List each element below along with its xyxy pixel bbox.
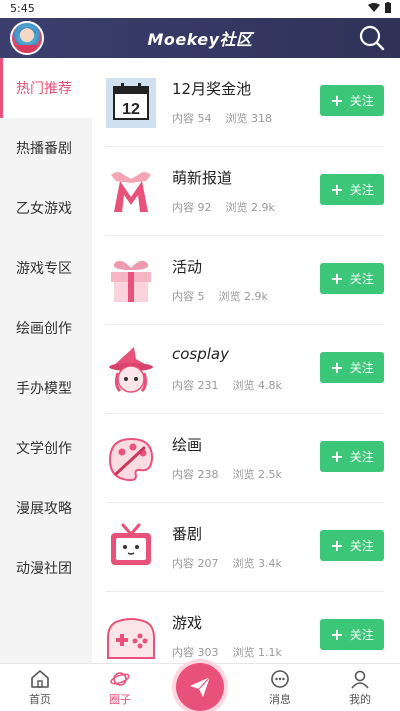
community-name: cosplay [172, 345, 229, 363]
sidebar-item-otome[interactable]: 乙女游戏 [0, 178, 92, 238]
app-title: Moekey社区 [147, 30, 253, 49]
tab-home[interactable]: 首页 [0, 664, 80, 711]
paper-plane-icon [190, 676, 211, 697]
calendar-12-icon: 12 [106, 78, 156, 128]
community-name: 活动 [172, 258, 203, 276]
sidebar-item-literature[interactable]: 文学创作 [0, 418, 92, 478]
post-button[interactable] [176, 663, 224, 711]
status-time: 5:45 [10, 2, 35, 15]
community-stats: 内容 231 浏览 4.8k [172, 377, 282, 393]
plus-icon: + [330, 179, 344, 199]
sidebar-item-clubs[interactable]: 动漫社团 [0, 538, 92, 598]
follow-button[interactable]: + 关注 [320, 441, 384, 472]
community-name: 番剧 [172, 525, 203, 543]
battery-icon [385, 2, 391, 13]
plus-icon: + [330, 268, 344, 288]
content-count: 内容 54 [172, 112, 212, 125]
user-icon [351, 670, 369, 689]
community-list: 12 12月奖金池 内容 54 浏览 318 + 关注 萌新报道 内容 92 浏览… [92, 58, 400, 663]
community-stats: 内容 207 浏览 3.4k [172, 555, 282, 571]
content-count: 内容 238 [172, 468, 219, 481]
view-count: 浏览 318 [225, 112, 273, 125]
top-header: Moekey社区 [0, 18, 400, 58]
follow-button[interactable]: + 关注 [320, 174, 384, 205]
view-count: 浏览 2.9k [218, 290, 268, 303]
sidebar-item-figures[interactable]: 手办模型 [0, 358, 92, 418]
follow-button[interactable]: + 关注 [320, 352, 384, 383]
community-name: 12月奖金池 [172, 80, 252, 98]
sidebar-item-anime[interactable]: 热播番剧 [0, 118, 92, 178]
svg-text:12: 12 [122, 101, 140, 118]
view-count: 浏览 4.8k [232, 379, 282, 392]
list-item[interactable]: 萌新报道 内容 92 浏览 2.9k + 关注 [92, 147, 400, 236]
palette-icon [108, 437, 154, 482]
community-stats: 内容 54 浏览 318 [172, 110, 272, 126]
tv-icon [111, 523, 151, 565]
sidebar-item-hot[interactable]: 热门推荐 [0, 58, 92, 118]
content-count: 内容 5 [172, 290, 205, 303]
community-stats: 内容 303 浏览 1.1k [172, 644, 282, 660]
list-item[interactable]: 活动 内容 5 浏览 2.9k + 关注 [92, 236, 400, 325]
sidebar-item-label: 漫展攻略 [16, 501, 72, 517]
community-name: 萌新报道 [172, 169, 233, 187]
plus-icon: + [330, 357, 344, 377]
plus-icon: + [330, 90, 344, 110]
view-count: 浏览 2.9k [225, 201, 275, 214]
sidebar-item-label: 乙女游戏 [16, 201, 72, 217]
content-count: 内容 303 [172, 646, 219, 659]
witch-girl-icon [109, 347, 153, 393]
follow-button[interactable]: + 关注 [320, 263, 384, 294]
gift-icon [111, 260, 151, 302]
sidebar-item-label: 动漫社团 [16, 561, 72, 577]
list-item[interactable]: cosplay 内容 231 浏览 4.8k + 关注 [92, 325, 400, 414]
sidebar-item-label: 绘画创作 [16, 321, 72, 337]
sidebar-item-expo[interactable]: 漫展攻略 [0, 478, 92, 538]
community-name: 游戏 [172, 614, 203, 632]
view-count: 浏览 2.5k [232, 468, 282, 481]
sidebar-item-label: 热门推荐 [16, 81, 72, 97]
tab-messages[interactable]: 消息 [240, 664, 320, 711]
plus-icon: + [330, 446, 344, 466]
follow-button[interactable]: + 关注 [320, 85, 384, 116]
sidebar-item-painting[interactable]: 绘画创作 [0, 298, 92, 358]
tab-label: 首页 [29, 693, 51, 706]
plus-icon: + [330, 535, 344, 555]
community-stats: 内容 92 浏览 2.9k [172, 199, 275, 215]
wifi-icon [368, 3, 380, 12]
community-stats: 内容 5 浏览 2.9k [172, 288, 268, 304]
sidebar-item-label: 游戏专区 [16, 261, 72, 277]
list-item[interactable]: 12 12月奖金池 内容 54 浏览 318 + 关注 [92, 58, 400, 147]
category-sidebar: 热门推荐 热播番剧 乙女游戏 游戏专区 绘画创作 手办模型 文学创作 漫展攻略 … [0, 58, 92, 663]
tab-label: 圈子 [109, 693, 131, 706]
content-count: 内容 231 [172, 379, 219, 392]
sidebar-item-label: 热播番剧 [16, 141, 72, 157]
follow-button[interactable]: + 关注 [320, 530, 384, 561]
sidebar-item-label: 文学创作 [16, 441, 72, 457]
search-icon[interactable] [358, 24, 386, 52]
home-icon [31, 670, 49, 688]
sidebar-item-label: 手办模型 [16, 381, 72, 397]
list-item[interactable]: 番剧 内容 207 浏览 3.4k + 关注 [92, 503, 400, 592]
tab-label: 我的 [349, 693, 371, 706]
planet-icon [110, 672, 130, 686]
community-stats: 内容 238 浏览 2.5k [172, 466, 282, 482]
m-ribbon-icon [111, 172, 151, 212]
list-item[interactable]: 绘画 内容 238 浏览 2.5k + 关注 [92, 414, 400, 503]
view-count: 浏览 3.4k [232, 557, 282, 570]
view-count: 浏览 1.1k [232, 646, 282, 659]
content-count: 内容 207 [172, 557, 219, 570]
plus-icon: + [330, 624, 344, 644]
message-icon [271, 670, 289, 688]
tab-label: 消息 [269, 693, 291, 706]
status-icons [368, 2, 392, 14]
sidebar-item-games[interactable]: 游戏专区 [0, 238, 92, 298]
community-name: 绘画 [172, 436, 203, 454]
gamepad-icon [107, 618, 155, 659]
content-count: 内容 92 [172, 201, 212, 214]
tab-circle[interactable]: 圈子 [80, 664, 160, 711]
tab-mine[interactable]: 我的 [320, 664, 400, 711]
status-bar: 5:45 [0, 0, 400, 18]
follow-button[interactable]: + 关注 [320, 619, 384, 650]
